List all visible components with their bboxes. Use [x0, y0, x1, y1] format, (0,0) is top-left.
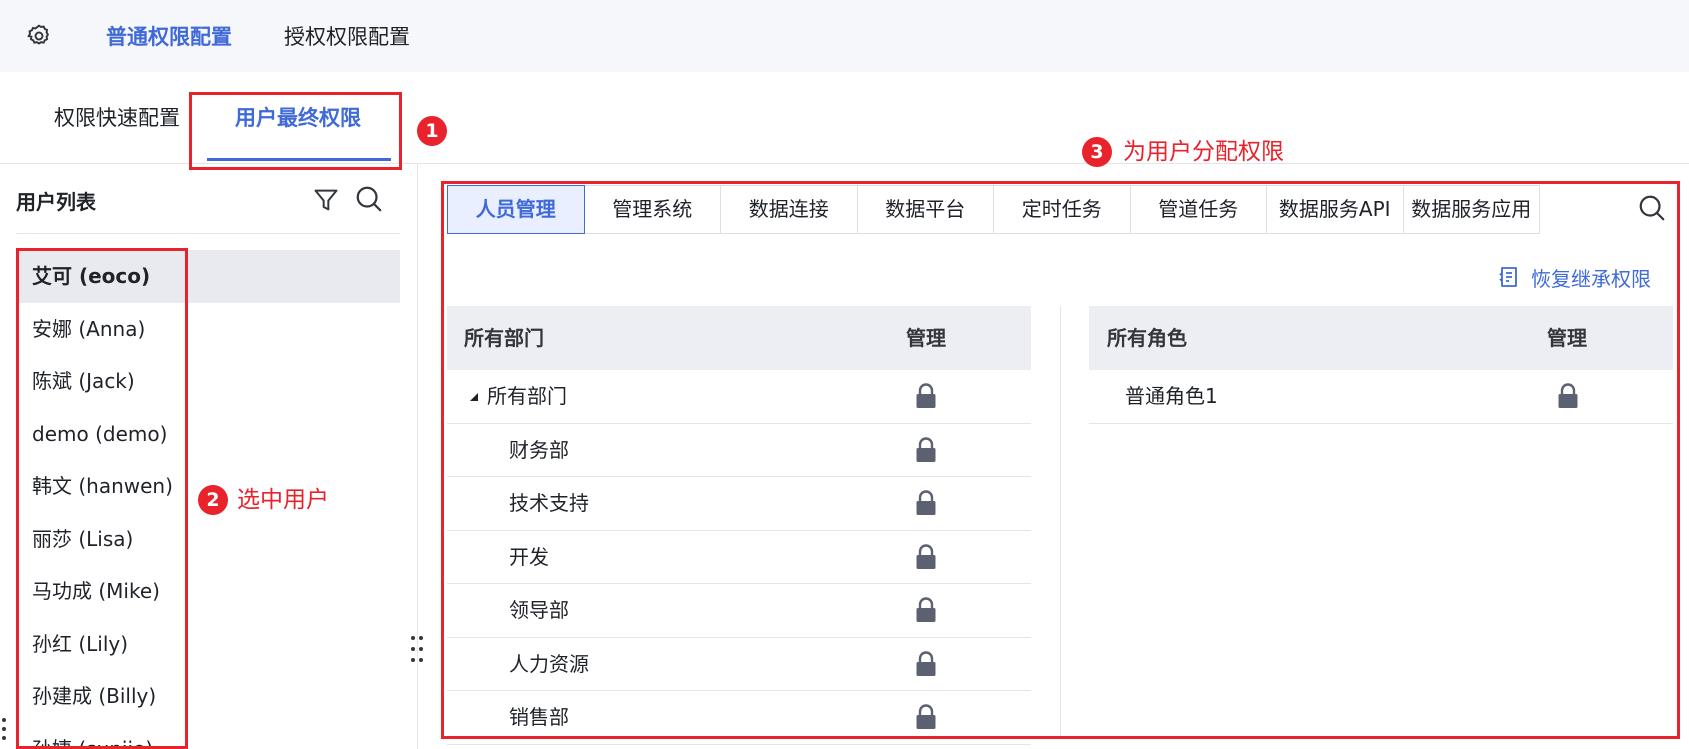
annotation-box-user-list: [16, 248, 188, 749]
search-icon[interactable]: [354, 184, 384, 214]
gear-icon[interactable]: [26, 23, 52, 49]
annotation-box-subtab: [189, 92, 402, 170]
annotation-box-permission-area: [441, 181, 1680, 739]
user-list-title: 用户列表: [16, 190, 96, 214]
top-header: 普通权限配置 授权权限配置: [0, 0, 1689, 72]
tab-authorization-permission[interactable]: 授权权限配置: [284, 22, 410, 52]
tab-personnel-management[interactable]: 人员管理: [447, 185, 585, 234]
resize-handle-icon[interactable]: [408, 634, 426, 664]
annotation-number-3: 3: [1082, 137, 1112, 167]
annotation-text-select-user: 选中用户: [237, 487, 329, 513]
tab-general-permission[interactable]: 普通权限配置: [106, 22, 232, 52]
collapse-handle-icon[interactable]: [0, 716, 8, 742]
annotation-text-assign-permission: 为用户分配权限: [1123, 139, 1284, 165]
subtab-quick-config[interactable]: 权限快速配置: [54, 103, 180, 133]
annotation-number-1: 1: [417, 116, 447, 146]
filter-icon[interactable]: [312, 186, 340, 214]
annotation-number-2: 2: [198, 485, 228, 515]
user-list-divider: [16, 233, 400, 234]
